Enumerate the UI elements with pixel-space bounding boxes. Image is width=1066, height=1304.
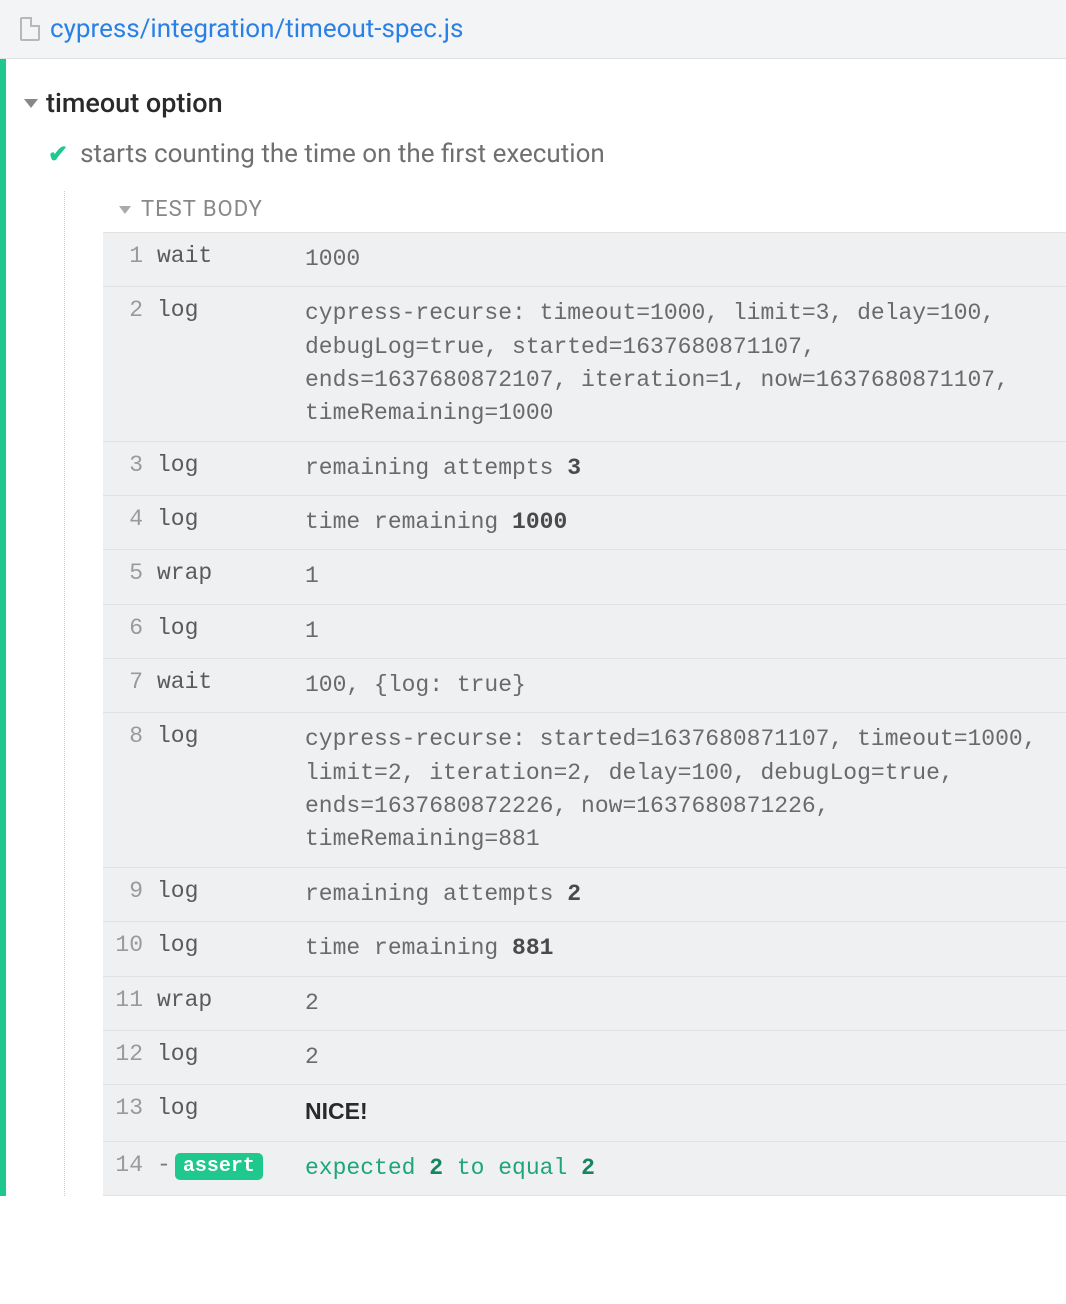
command-message: 2	[299, 1031, 1066, 1084]
command-message: 1	[299, 550, 1066, 603]
command-name: wait	[151, 233, 299, 286]
command-row[interactable]: 5wrap1	[103, 550, 1066, 604]
command-number: 8	[103, 713, 151, 866]
command-name: log	[151, 442, 299, 495]
command-name: log	[151, 922, 299, 975]
command-message: 1000	[299, 233, 1066, 286]
suite-row[interactable]: timeout option	[24, 79, 1066, 135]
check-icon: ✔	[48, 140, 68, 168]
test-row[interactable]: ✔ starts counting the time on the first …	[24, 135, 1066, 191]
command-number: 9	[103, 868, 151, 921]
command-row[interactable]: 9logremaining attempts 2	[103, 868, 1066, 922]
command-number: 3	[103, 442, 151, 495]
command-number: 14	[103, 1142, 151, 1195]
command-number: 7	[103, 659, 151, 712]
command-name: log	[151, 496, 299, 549]
assert-badge: assert	[175, 1153, 263, 1180]
command-row[interactable]: 12log2	[103, 1031, 1066, 1085]
command-number: 11	[103, 977, 151, 1030]
command-message: remaining attempts 2	[299, 868, 1066, 921]
command-number: 2	[103, 287, 151, 440]
test-body-label: TEST BODY	[141, 197, 263, 222]
test-content: timeout option ✔ starts counting the tim…	[0, 59, 1066, 1196]
command-number: 12	[103, 1031, 151, 1084]
command-number: 5	[103, 550, 151, 603]
command-row[interactable]: 4logtime remaining 1000	[103, 496, 1066, 550]
command-name: log	[151, 287, 299, 440]
command-row[interactable]: 10logtime remaining 881	[103, 922, 1066, 976]
command-log: 1wait10002logcypress-recurse: timeout=10…	[103, 232, 1066, 1196]
command-message: cypress-recurse: started=1637680871107, …	[299, 713, 1066, 866]
command-row[interactable]: 13logNICE!	[103, 1085, 1066, 1141]
command-message: remaining attempts 3	[299, 442, 1066, 495]
file-icon	[20, 17, 40, 41]
command-row[interactable]: 1wait1000	[103, 233, 1066, 287]
command-name: wrap	[151, 550, 299, 603]
command-number: 6	[103, 605, 151, 658]
suite-title: timeout option	[46, 87, 223, 119]
command-message: cypress-recurse: timeout=1000, limit=3, …	[299, 287, 1066, 440]
command-number: 1	[103, 233, 151, 286]
test-body: TEST BODY 1wait10002logcypress-recurse: …	[64, 191, 1066, 1196]
command-row[interactable]: 7wait100, {log: true}	[103, 659, 1066, 713]
command-name: log	[151, 1085, 299, 1140]
command-message: time remaining 881	[299, 922, 1066, 975]
command-name: wait	[151, 659, 299, 712]
command-name: log	[151, 713, 299, 866]
command-message: 100, {log: true}	[299, 659, 1066, 712]
caret-down-icon	[24, 99, 38, 108]
command-name: log	[151, 605, 299, 658]
command-row[interactable]: 14-assertexpected 2 to equal 2	[103, 1142, 1066, 1196]
command-name: -assert	[151, 1142, 299, 1195]
command-name: log	[151, 1031, 299, 1084]
command-message: time remaining 1000	[299, 496, 1066, 549]
command-row[interactable]: 3logremaining attempts 3	[103, 442, 1066, 496]
command-name: wrap	[151, 977, 299, 1030]
command-message: expected 2 to equal 2	[299, 1142, 1066, 1195]
command-message: 1	[299, 605, 1066, 658]
test-title: starts counting the time on the first ex…	[80, 139, 605, 169]
command-number: 4	[103, 496, 151, 549]
command-number: 10	[103, 922, 151, 975]
test-body-header[interactable]: TEST BODY	[103, 191, 1066, 232]
command-message: 2	[299, 977, 1066, 1030]
command-row[interactable]: 6log1	[103, 605, 1066, 659]
command-row[interactable]: 2logcypress-recurse: timeout=1000, limit…	[103, 287, 1066, 441]
file-path-link[interactable]: cypress/integration/timeout-spec.js	[50, 14, 463, 44]
command-number: 13	[103, 1085, 151, 1140]
command-row[interactable]: 11wrap2	[103, 977, 1066, 1031]
caret-down-icon	[119, 206, 131, 214]
command-row[interactable]: 8logcypress-recurse: started=16376808711…	[103, 713, 1066, 867]
command-message: NICE!	[299, 1085, 1066, 1140]
file-header: cypress/integration/timeout-spec.js	[0, 0, 1066, 59]
command-name: log	[151, 868, 299, 921]
